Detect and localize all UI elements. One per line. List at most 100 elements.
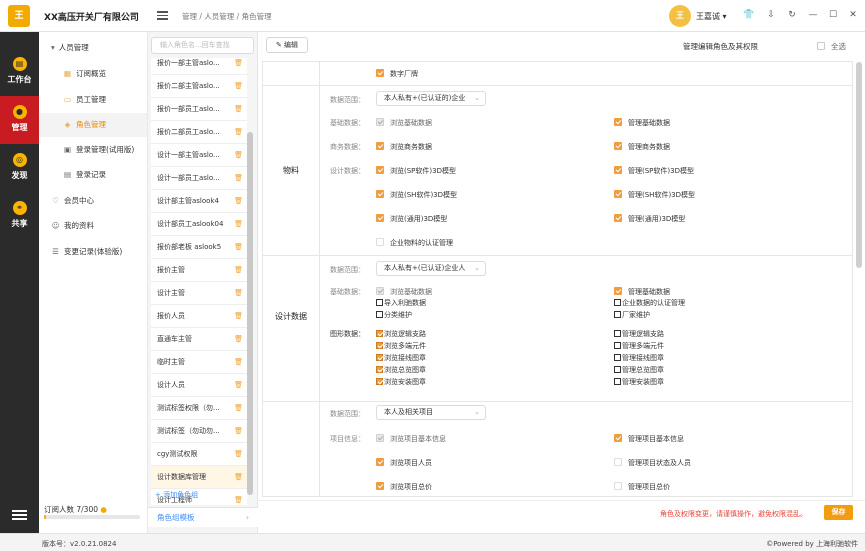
role-list-item[interactable]: 报价二部员工aslo... 🗑 xyxy=(151,121,247,144)
role-list-item[interactable]: 设计主管 🗑 xyxy=(151,282,247,305)
perm-graphic-manage[interactable]: 管理安装图章 xyxy=(614,377,664,387)
role-list-item[interactable]: 报价人员 🗑 xyxy=(151,305,247,328)
delete-icon[interactable]: 🗑 xyxy=(234,144,243,166)
design-scope-select[interactable]: 本人私有+(已认证)企业人 ⌄ xyxy=(376,261,486,276)
maximize-icon[interactable]: ☐ xyxy=(827,9,839,21)
perm-design-cert[interactable]: 企业数据的认证管理 xyxy=(614,298,685,308)
perm-material-manage-sp3d[interactable]: 管理(SP软件)3D模型 xyxy=(614,166,694,176)
perm-graphic-browse[interactable]: 浏览接线图章 xyxy=(376,353,426,363)
perm-graphic-manage[interactable]: 管理多端元件 xyxy=(614,341,664,351)
delete-icon[interactable]: 🗑 xyxy=(234,213,243,235)
material-scope-select[interactable]: 本人私有+(已认证的)企业 ⌄ xyxy=(376,91,486,106)
rail-item-workbench[interactable]: ▤ 工作台 xyxy=(0,48,39,96)
delete-icon[interactable]: 🗑 xyxy=(234,259,243,281)
nav-item-change-record[interactable]: ☰ 变更记录(体验版) xyxy=(39,240,147,264)
perm-material-cert[interactable]: 企业物料的认证管理 xyxy=(376,238,453,248)
delete-icon[interactable]: 🗑 xyxy=(234,328,243,350)
nav-item-employee[interactable]: ▭ 员工管理 xyxy=(39,88,147,112)
role-list-item[interactable]: 报价一部员工aslo... 🗑 xyxy=(151,98,247,121)
save-button[interactable]: 保存 xyxy=(824,505,853,520)
avatar[interactable]: 王 xyxy=(669,5,691,27)
role-list-item[interactable]: 设计一部主管aslo... 🗑 xyxy=(151,144,247,167)
download-icon[interactable]: ⇩ xyxy=(765,9,777,21)
perm-graphic-browse[interactable]: 浏览多端元件 xyxy=(376,341,426,351)
perm-graphic-manage[interactable]: 管理接线图章 xyxy=(614,353,664,363)
perm-material-browse-general3d[interactable]: 浏览(通用)3D模型 xyxy=(376,214,447,224)
role-list-item[interactable]: cgy测试权限 🗑 xyxy=(151,443,247,466)
perm-design-import[interactable]: 导入利驰数据 xyxy=(376,298,426,308)
minimize-icon[interactable]: — xyxy=(807,9,819,21)
perm-project-browse-members[interactable]: 浏览项目人员 xyxy=(376,458,432,468)
close-icon[interactable]: ✕ xyxy=(847,9,859,21)
select-all-checkbox[interactable]: 全选 xyxy=(817,41,846,52)
project-scope-select[interactable]: 本人及相关项目 ⌄ xyxy=(376,405,486,420)
main-scrollbar[interactable] xyxy=(856,62,862,268)
role-list-item[interactable]: 测试标签（勿动勿... 🗑 xyxy=(151,420,247,443)
perm-material-manage-biz[interactable]: 管理商务数据 xyxy=(614,142,670,152)
delete-icon[interactable]: 🗑 xyxy=(234,466,243,488)
perm-graphic-manage[interactable]: 管理总览图章 xyxy=(614,365,664,375)
delete-icon[interactable]: 🗑 xyxy=(234,190,243,212)
role-list-item[interactable]: 测试标签权限（勿... 🗑 xyxy=(151,397,247,420)
perm-design-vendor[interactable]: 厂家维护 xyxy=(614,310,650,320)
perm-material-browse-sp3d[interactable]: 浏览(SP软件)3D模型 xyxy=(376,166,456,176)
refresh-icon[interactable]: ↻ xyxy=(786,9,798,21)
hamburger-menu-icon[interactable] xyxy=(12,508,27,520)
role-list-item[interactable]: 临时主管 🗑 xyxy=(151,351,247,374)
delete-icon[interactable]: 🗑 xyxy=(234,98,243,120)
delete-icon[interactable]: 🗑 xyxy=(234,420,243,442)
perm-material-manage-basic[interactable]: 管理基础数据 xyxy=(614,118,670,128)
role-template-link[interactable]: 角色组模板 › xyxy=(148,507,258,527)
menu-toggle-icon[interactable] xyxy=(157,9,168,20)
delete-icon[interactable]: 🗑 xyxy=(234,397,243,419)
perm-graphic-manage[interactable]: 管理逻辑支路 xyxy=(614,329,664,339)
perm-project-browse-total[interactable]: 浏览项目总价 xyxy=(376,482,432,492)
perm-project-manage-total[interactable]: 管理项目总价 xyxy=(614,482,670,492)
delete-icon[interactable]: 🗑 xyxy=(234,351,243,373)
delete-icon[interactable]: 🗑 xyxy=(234,236,243,258)
nav-item-member-center[interactable]: ♡ 会员中心 xyxy=(39,189,147,213)
shirt-icon[interactable]: 👕 xyxy=(743,9,755,21)
perm-material-manage-sh3d[interactable]: 管理(SH软件)3D模型 xyxy=(614,190,695,200)
role-list-item[interactable]: 报价主管 🗑 xyxy=(151,259,247,282)
perm-project-manage-status[interactable]: 管理项目状态及人员 xyxy=(614,458,691,468)
role-list-item[interactable]: 设计数据库管理 🗑 xyxy=(151,466,247,489)
perm-material-browse-biz[interactable]: 浏览商务数据 xyxy=(376,142,432,152)
role-list-item[interactable]: 直通车主管 🗑 xyxy=(151,328,247,351)
perm-graphic-browse[interactable]: 浏览总览图章 xyxy=(376,365,426,375)
edit-button[interactable]: ✎ 编辑 xyxy=(266,37,308,53)
role-list-item[interactable]: 设计部员工aslook04 🗑 xyxy=(151,213,247,236)
perm-graphic-browse[interactable]: 浏览安装图章 xyxy=(376,377,426,387)
rail-item-manage[interactable]: ● 管理 xyxy=(0,96,39,144)
role-list-item[interactable]: 报价二部主管aslo... 🗑 xyxy=(151,75,247,98)
perm-design-classify[interactable]: 分类维护 xyxy=(376,310,412,320)
delete-icon[interactable]: 🗑 xyxy=(234,58,243,74)
nav-group-personnel[interactable]: ▾ 人员管理 xyxy=(39,36,147,60)
role-list-item[interactable]: 报价一部主管aslo... 🗑 xyxy=(151,58,247,75)
perm-material-browse-sh3d[interactable]: 浏览(SH软件)3D模型 xyxy=(376,190,457,200)
delete-icon[interactable]: 🗑 xyxy=(234,167,243,189)
perm-design-manage-basic[interactable]: 管理基础数据 xyxy=(614,287,670,297)
rail-item-share[interactable]: ⚭ 共享 xyxy=(0,192,39,240)
delete-icon[interactable]: 🗑 xyxy=(234,282,243,304)
delete-icon[interactable]: 🗑 xyxy=(234,489,243,505)
user-menu[interactable]: 王嘉诚 ▾ xyxy=(696,11,727,22)
add-role-group-button[interactable]: + 添加角色组 xyxy=(155,490,198,500)
delete-icon[interactable]: 🗑 xyxy=(234,443,243,465)
nav-item-role[interactable]: ◈ 角色管理 xyxy=(39,113,147,137)
perm-digital-brand[interactable]: 数字厂牌 xyxy=(376,69,418,79)
role-list-scrollbar[interactable] xyxy=(247,132,253,495)
nav-item-login-manage[interactable]: ▣ 登录管理(试用版) xyxy=(39,138,147,162)
role-list-item[interactable]: 报价部老板 aslook5 🗑 xyxy=(151,236,247,259)
rail-item-discover[interactable]: ◎ 发现 xyxy=(0,144,39,192)
perm-material-manage-general3d[interactable]: 管理(通用)3D模型 xyxy=(614,214,685,224)
perm-project-manage-info[interactable]: 管理项目基本信息 xyxy=(614,434,684,444)
nav-item-subscription-overview[interactable]: ▦ 订阅概览 xyxy=(39,62,147,86)
nav-item-login-record[interactable]: ▤ 登录记录 xyxy=(39,163,147,187)
delete-icon[interactable]: 🗑 xyxy=(234,305,243,327)
delete-icon[interactable]: 🗑 xyxy=(234,121,243,143)
delete-icon[interactable]: 🗑 xyxy=(234,374,243,396)
role-list-item[interactable]: 设计人员 🗑 xyxy=(151,374,247,397)
role-search-input[interactable]: 输入角色名...回车查找 xyxy=(151,37,254,54)
perm-graphic-browse[interactable]: 浏览逻辑支路 xyxy=(376,329,426,339)
